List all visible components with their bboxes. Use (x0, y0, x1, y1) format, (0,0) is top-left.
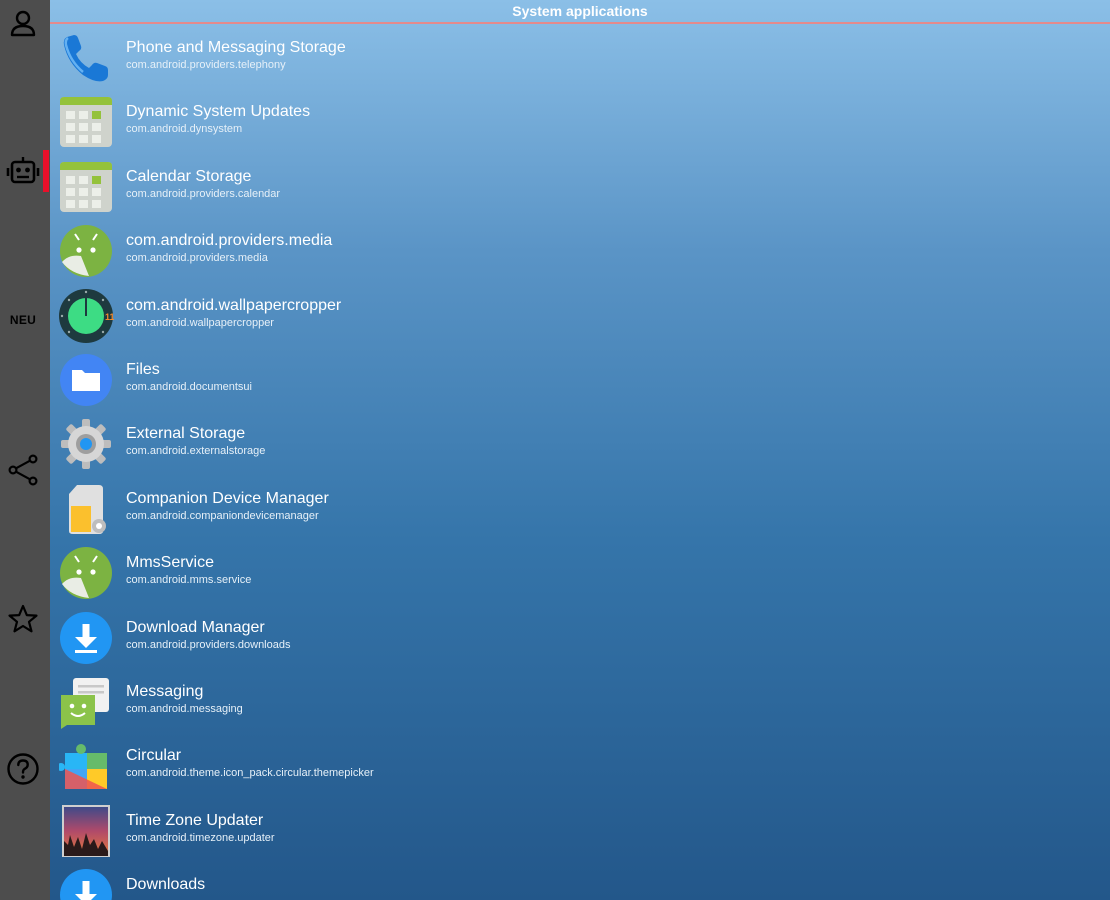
app-list: Phone and Messaging Storage com.android.… (50, 25, 1110, 900)
app-name: Download Manager (126, 618, 265, 636)
gear-icon (58, 416, 114, 472)
app-name: com.android.providers.media (126, 232, 333, 250)
help-icon (7, 753, 39, 785)
svg-text:11: 11 (105, 312, 114, 322)
app-name: Companion Device Manager (126, 489, 329, 507)
system-app-icon (58, 159, 114, 215)
phone-icon (58, 30, 114, 86)
sidebar-item-help[interactable] (0, 746, 46, 792)
app-package: com.android.providers.media (126, 252, 268, 265)
app-package: com.android.wallpapercropper (126, 316, 274, 329)
app-row[interactable]: Messaging com.android.messaging (50, 669, 1110, 733)
app-package: com.android.mms.service (126, 574, 252, 587)
app-package: com.android.providers.telephony (126, 59, 286, 71)
sidebar-item-favorites[interactable] (0, 596, 46, 642)
title-bar: System applications (50, 0, 1110, 24)
app-name: Files (126, 360, 160, 378)
new-label: NEU (9, 313, 37, 327)
messaging-icon (58, 674, 114, 730)
page-title: System applications (512, 3, 648, 19)
android-icon (58, 545, 114, 601)
share-icon (8, 454, 38, 486)
app-name: Downloads (126, 876, 206, 894)
download-icon (58, 867, 114, 900)
sidebar-item-new[interactable]: NEU (0, 297, 46, 343)
files-icon (58, 352, 114, 408)
app-row[interactable]: 11 com.android.wallpapercropper com.andr… (50, 283, 1110, 347)
app-package: com.android.timezone.updater (126, 831, 275, 844)
android-icon (58, 223, 114, 279)
app-package: com.android.messaging (126, 702, 243, 715)
sd-card-icon (58, 481, 114, 537)
sidebar-item-share[interactable] (0, 447, 46, 493)
app-row[interactable]: Circular com.android.theme.icon_pack.cir… (50, 733, 1110, 797)
app-row[interactable]: Files com.android.documentsui (50, 347, 1110, 411)
app-name: Time Zone Updater (126, 811, 264, 829)
app-row[interactable]: com.android.providers.media com.android.… (50, 218, 1110, 282)
app-row[interactable]: Time Zone Updater com.android.timezone.u… (50, 798, 1110, 862)
app-package: com.android.providers.calendar (126, 187, 281, 200)
app-name: Dynamic System Updates (126, 103, 311, 121)
sidebar-item-user[interactable] (0, 0, 46, 46)
app-package: com.android.theme.icon_pack.circular.the… (126, 767, 374, 780)
app-package: com.android.dynsystem (126, 123, 243, 136)
app-name: External Storage (126, 425, 246, 443)
app-name: Calendar Storage (126, 167, 252, 185)
main-panel: System applications Phone and Messaging … (50, 0, 1110, 900)
robot-icon (6, 157, 40, 184)
app-package: com.android.companiondevicemanager (126, 509, 319, 522)
app-package: com.android.providers.downloads (126, 638, 291, 651)
timezone-icon (58, 803, 114, 859)
app-name: Messaging (126, 682, 204, 700)
app-row[interactable]: Dynamic System Updates com.android.dynsy… (50, 89, 1110, 153)
app-row[interactable]: Downloads (50, 862, 1110, 900)
sidebar-item-robot[interactable] (0, 148, 46, 194)
puzzle-icon (58, 738, 114, 794)
app-row[interactable]: Companion Device Manager com.android.com… (50, 476, 1110, 540)
app-name: Circular (126, 747, 182, 765)
android11-icon: 11 (58, 288, 114, 344)
app-name: MmsService (126, 554, 215, 572)
user-icon (10, 10, 36, 37)
app-row[interactable]: Download Manager com.android.providers.d… (50, 605, 1110, 669)
app-name: Phone and Messaging Storage (126, 39, 346, 56)
sidebar: NEU (0, 0, 50, 900)
app-row[interactable]: External Storage com.android.externalsto… (50, 411, 1110, 475)
app-package: com.android.externalstorage (126, 445, 266, 458)
system-app-icon (58, 94, 114, 150)
app-row[interactable]: Calendar Storage com.android.providers.c… (50, 154, 1110, 218)
app-package: com.android.documentsui (126, 380, 252, 393)
star-icon (8, 604, 38, 633)
app-row[interactable]: Phone and Messaging Storage com.android.… (50, 25, 1110, 89)
download-icon (58, 610, 114, 666)
app-name: com.android.wallpapercropper (126, 296, 342, 314)
app-row[interactable]: MmsService com.android.mms.service (50, 540, 1110, 604)
